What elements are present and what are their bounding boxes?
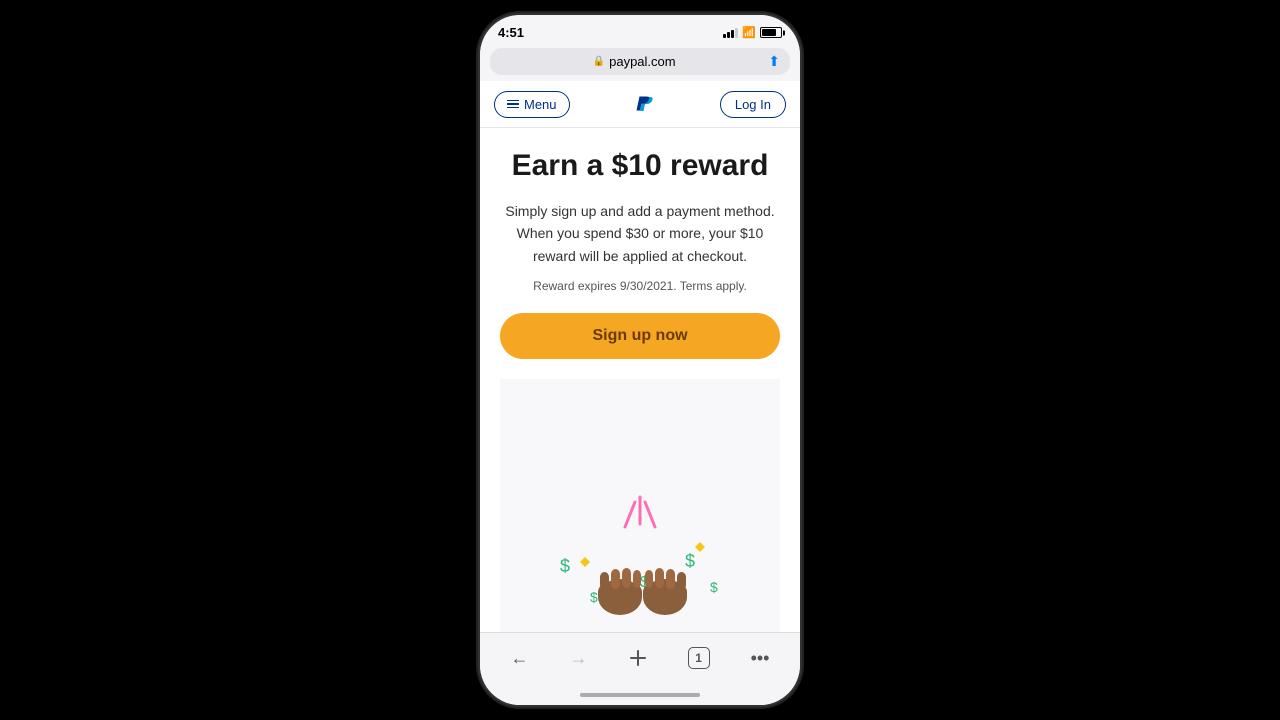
login-label: Log In <box>735 97 771 112</box>
svg-text:$: $ <box>590 589 598 605</box>
more-icon: ••• <box>751 648 770 669</box>
menu-label: Menu <box>524 97 557 112</box>
expiry-text: Reward expires 9/30/2021. Terms apply. <box>533 279 747 293</box>
status-bar: 4:51 📶 <box>480 15 800 44</box>
login-button[interactable]: Log In <box>720 91 786 118</box>
battery-icon <box>760 27 782 38</box>
nav-bar: Menu Log In <box>480 81 800 128</box>
main-content: Earn a $10 reward Simply sign up and add… <box>480 128 800 632</box>
phone-frame: 4:51 📶 🔒 paypal.com ⬆ <box>480 15 800 705</box>
bottom-toolbar: ← → 1 ••• <box>480 632 800 689</box>
svg-text:$: $ <box>685 551 695 571</box>
url-bar[interactable]: 🔒 paypal.com ⬆ <box>490 48 790 75</box>
browser-bar: 🔒 paypal.com ⬆ <box>480 44 800 81</box>
menu-button[interactable]: Menu <box>494 91 570 118</box>
tab-count: 1 <box>688 647 710 669</box>
tab-switcher-button[interactable]: 1 <box>680 643 718 673</box>
back-button[interactable]: ← <box>503 644 537 673</box>
wifi-icon: 📶 <box>742 26 756 39</box>
more-button[interactable]: ••• <box>743 644 778 673</box>
svg-text:$: $ <box>560 556 570 576</box>
forward-button: → <box>562 644 596 673</box>
home-bar <box>580 693 700 697</box>
hamburger-icon <box>507 100 519 109</box>
signup-button[interactable]: Sign up now <box>500 313 780 359</box>
illustration: $ $ $ $ $ <box>500 379 780 632</box>
share-icon[interactable]: ⬆ <box>768 53 780 70</box>
headline: Earn a $10 reward <box>512 148 769 184</box>
plus-icon <box>629 649 647 667</box>
status-icons: 📶 <box>723 26 782 39</box>
reward-illustration: $ $ $ $ $ <box>540 472 740 632</box>
home-indicator <box>480 689 800 705</box>
lock-icon: 🔒 <box>593 56 605 67</box>
signal-icon <box>723 28 738 38</box>
svg-text:$: $ <box>710 579 718 595</box>
paypal-logo <box>630 89 660 119</box>
url-text: paypal.com <box>609 54 675 69</box>
status-time: 4:51 <box>498 25 524 40</box>
add-tab-button[interactable] <box>621 645 655 671</box>
description: Simply sign up and add a payment method.… <box>500 200 780 267</box>
